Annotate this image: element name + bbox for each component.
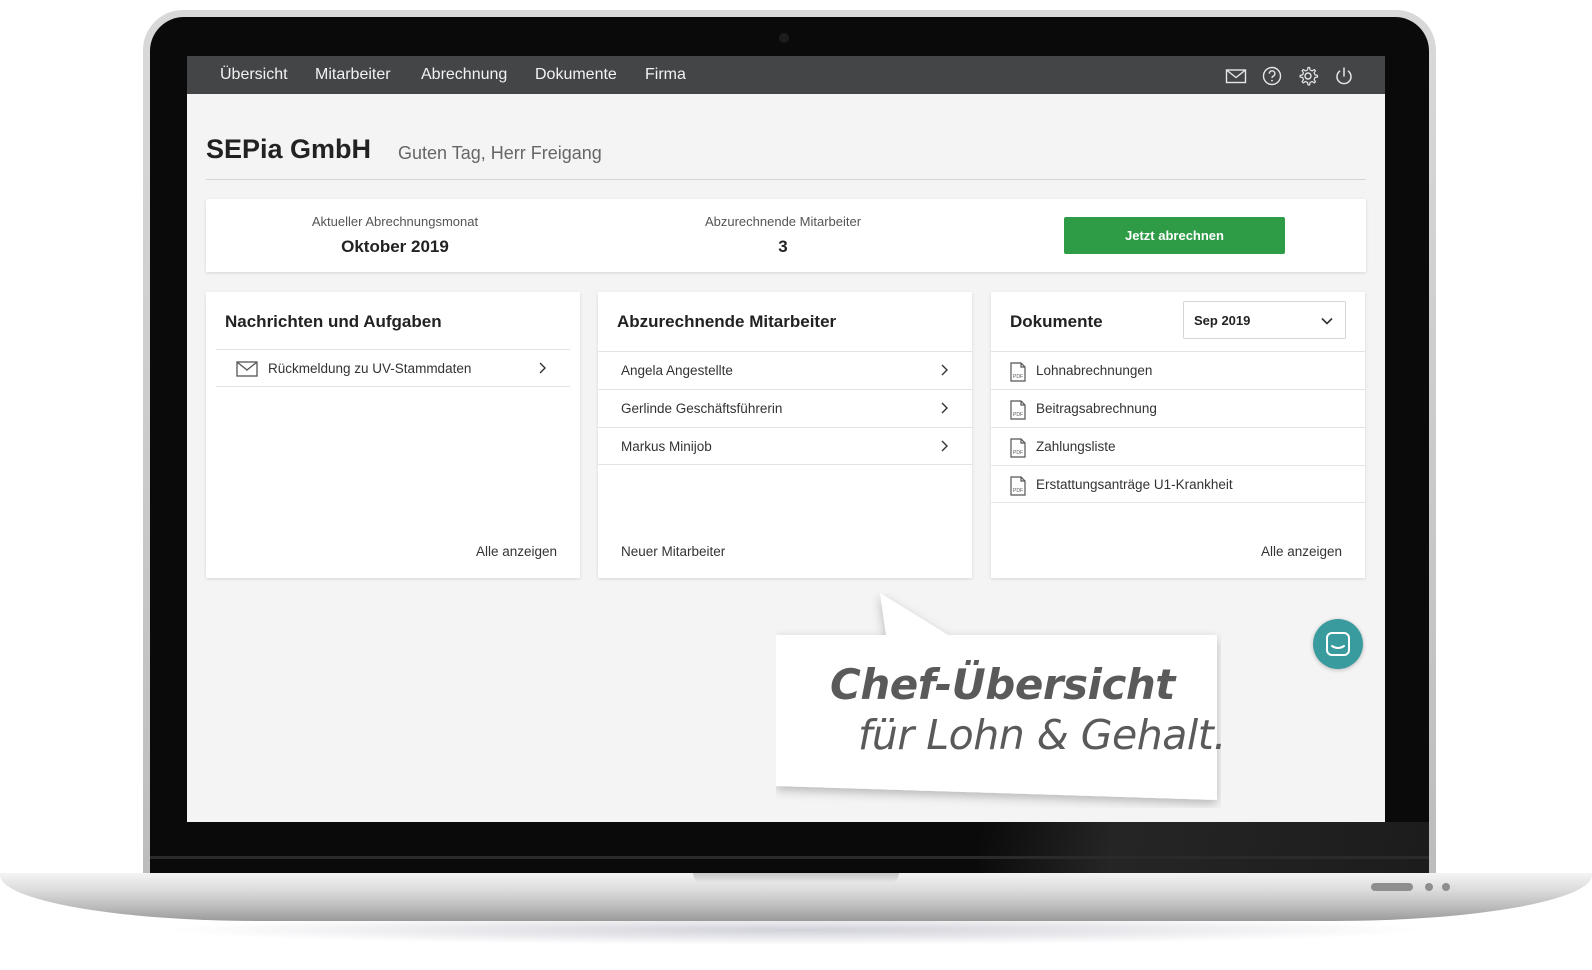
- indicator-bar: [1371, 883, 1413, 891]
- pdf-file-icon: PDF: [1010, 362, 1026, 382]
- messages-show-all-link[interactable]: Alle anzeigen: [476, 544, 557, 559]
- nav-uebersicht[interactable]: Übersicht: [220, 66, 288, 84]
- indicator-dot: [1425, 883, 1433, 891]
- svg-text:PDF: PDF: [1013, 374, 1023, 380]
- chevron-right-icon: [941, 440, 948, 452]
- chevron-right-icon: [941, 402, 948, 414]
- document-label: Lohnabrechnungen: [1036, 363, 1153, 378]
- pdf-file-icon: PDF: [1010, 476, 1026, 496]
- documents-show-all-link[interactable]: Alle anzeigen: [1261, 544, 1342, 559]
- tagline-subline: für Lohn & Gehalt.: [858, 711, 1226, 759]
- chevron-right-icon: [539, 362, 546, 374]
- pdf-file-icon: PDF: [1010, 438, 1026, 458]
- chat-widget-button[interactable]: [1313, 619, 1363, 669]
- document-label: Zahlungsliste: [1036, 439, 1116, 454]
- document-label: Erstattungsanträge U1-Krankheit: [1036, 477, 1233, 492]
- table-row[interactable]: Angela Angestellte: [598, 351, 972, 389]
- period-select[interactable]: Sep 2019: [1183, 301, 1346, 339]
- camera-dot: [779, 33, 789, 43]
- pending-employees-label: Abzurechnende Mitarbeiter: [704, 214, 862, 229]
- pdf-file-icon: PDF: [1010, 400, 1026, 420]
- list-item[interactable]: PDF Zahlungsliste: [991, 427, 1365, 465]
- power-icon[interactable]: [1333, 65, 1355, 87]
- nav-abrechnung[interactable]: Abrechnung: [421, 66, 507, 84]
- messages-title: Nachrichten und Aufgaben: [225, 312, 442, 331]
- mail-icon: [236, 361, 258, 377]
- header-divider: [206, 179, 1366, 180]
- period-select-value: Sep 2019: [1194, 313, 1251, 328]
- document-label: Beitragsabrechnung: [1036, 401, 1157, 416]
- chat-icon: [1326, 632, 1350, 656]
- employee-name: Gerlinde Geschäftsführerin: [621, 401, 783, 416]
- table-row[interactable]: Gerlinde Geschäftsführerin: [598, 389, 972, 427]
- employees-panel: Abzurechnende Mitarbeiter Angela Angeste…: [598, 292, 972, 578]
- svg-text:PDF: PDF: [1013, 488, 1023, 494]
- bezel-edge: [150, 856, 1429, 859]
- mail-icon[interactable]: [1225, 65, 1247, 87]
- documents-panel: Dokumente Sep 2019 PDF Lohnabrechnungen …: [991, 292, 1365, 578]
- top-navigation: Übersicht Mitarbeiter Abrechnung Dokumen…: [187, 56, 1385, 94]
- current-month-value: Oktober 2019: [341, 237, 449, 256]
- laptop-hinge-notch: [693, 873, 899, 883]
- list-item[interactable]: PDF Lohnabrechnungen: [991, 351, 1365, 389]
- indicator-dot: [1442, 883, 1450, 891]
- new-employee-link[interactable]: Neuer Mitarbeiter: [621, 544, 725, 559]
- chevron-right-icon: [941, 364, 948, 376]
- help-icon[interactable]: [1261, 65, 1283, 87]
- current-month-label: Aktueller Abrechnungsmonat: [311, 214, 479, 229]
- payroll-summary-card: Aktueller Abrechnungsmonat Oktober 2019 …: [206, 199, 1366, 272]
- list-item[interactable]: Rückmeldung zu UV-Stammdaten: [216, 349, 570, 387]
- tagline-headline: Chef-Übersicht: [830, 660, 1175, 709]
- greeting-text: Guten Tag, Herr Freigang: [398, 143, 602, 163]
- run-payroll-button[interactable]: Jetzt abrechnen: [1064, 217, 1285, 254]
- list-item[interactable]: PDF Erstattungsanträge U1-Krankheit: [991, 465, 1365, 503]
- employee-name: Markus Minijob: [621, 439, 712, 454]
- svg-text:PDF: PDF: [1013, 412, 1023, 418]
- nav-firma[interactable]: Firma: [645, 66, 686, 84]
- employee-name: Angela Angestellte: [621, 363, 733, 378]
- pending-employees-value: 3: [778, 237, 788, 256]
- nav-dokumente[interactable]: Dokumente: [535, 66, 617, 84]
- table-row[interactable]: Markus Minijob: [598, 427, 972, 465]
- list-item[interactable]: PDF Beitragsabrechnung: [991, 389, 1365, 427]
- svg-text:PDF: PDF: [1013, 450, 1023, 456]
- gear-icon[interactable]: [1297, 65, 1319, 87]
- nav-mitarbeiter[interactable]: Mitarbeiter: [315, 66, 391, 84]
- screen-reflection: [980, 822, 1429, 874]
- company-name: SEPia GmbH: [206, 134, 372, 164]
- message-item-label: Rückmeldung zu UV-Stammdaten: [268, 361, 472, 376]
- documents-title: Dokumente: [1010, 312, 1103, 331]
- employees-title: Abzurechnende Mitarbeiter: [617, 312, 837, 331]
- product-mockup: Übersicht Mitarbeiter Abrechnung Dokumen…: [0, 0, 1592, 970]
- messages-panel: Nachrichten und Aufgaben Rückmeldung zu …: [206, 292, 580, 578]
- chevron-down-icon: [1321, 317, 1333, 325]
